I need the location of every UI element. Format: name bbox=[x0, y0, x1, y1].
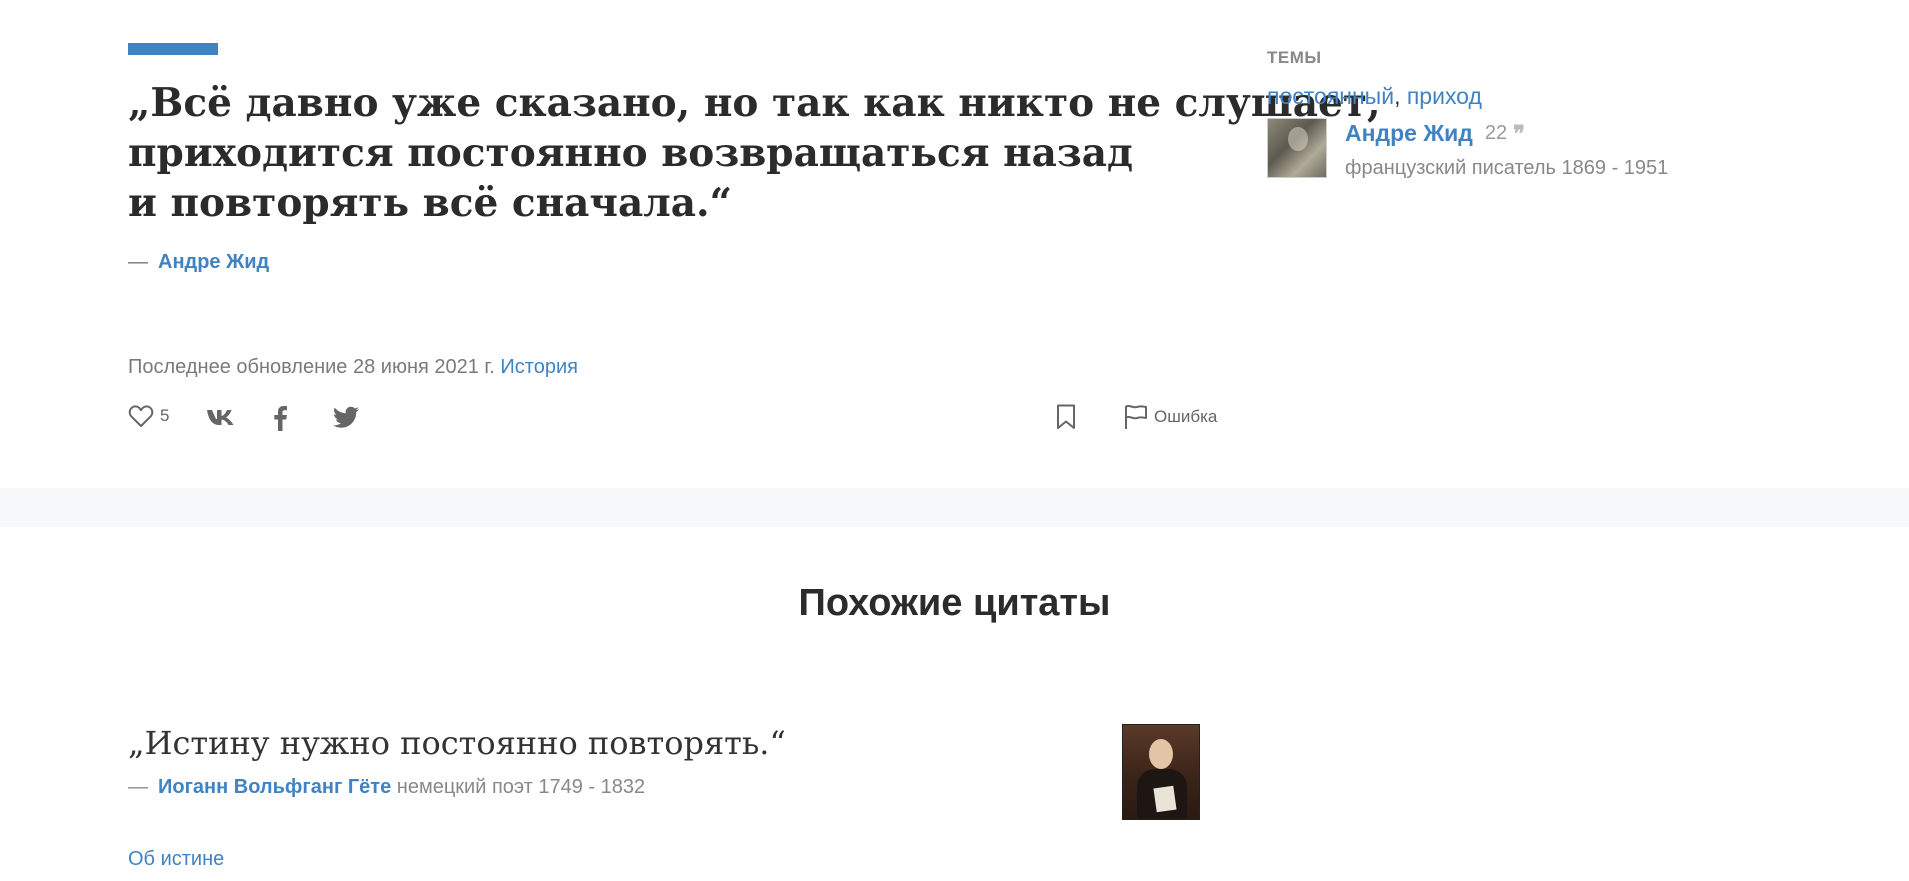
share-twitter-button[interactable] bbox=[332, 406, 360, 430]
similar-author-link[interactable]: Иоганн Вольфганг Гёте bbox=[158, 776, 391, 798]
author-card: Андре Жид 22 ❞ французский писатель 1869… bbox=[1267, 118, 1827, 182]
error-label: Ошибка bbox=[1154, 407, 1218, 426]
sidebar-author-link[interactable]: Андре Жид bbox=[1345, 120, 1473, 147]
like-button[interactable]: 5 bbox=[128, 404, 169, 428]
topic-separator: , bbox=[1394, 83, 1407, 109]
last-updated: Последнее обновление 28 июня 2021 г. Ист… bbox=[128, 356, 578, 379]
vk-icon bbox=[207, 410, 234, 425]
similar-author-portrait[interactable] bbox=[1122, 724, 1200, 820]
quote-section: „Всё давно уже сказано, но так как никто… bbox=[0, 0, 1909, 488]
topics-list: постоянный, приход bbox=[1267, 83, 1827, 110]
quotes-icon: ❞ bbox=[1513, 120, 1525, 147]
author-dash: — bbox=[128, 776, 148, 799]
quote-line: „Всё давно уже сказано, но так как никто… bbox=[128, 80, 1381, 126]
share-facebook-button[interactable] bbox=[272, 405, 288, 431]
similar-quote-author-line: — Иоганн Вольфганг Гёте немецкий поэт 174… bbox=[128, 776, 1228, 799]
share-vk-button[interactable] bbox=[206, 408, 236, 426]
similar-author-description: немецкий поэт 1749 - 1832 bbox=[396, 776, 646, 799]
report-error-button[interactable]: Ошибка bbox=[1124, 404, 1217, 430]
heart-icon bbox=[128, 405, 154, 427]
twitter-icon bbox=[333, 406, 359, 428]
quote-author-link[interactable]: Андре Жид bbox=[158, 251, 269, 273]
similar-quote-item: „Истину нужно постоянно повторять.“ — Иог… bbox=[128, 724, 1228, 870]
like-count: 5 bbox=[160, 406, 170, 425]
facebook-icon bbox=[274, 406, 287, 431]
quote-line: и повторять всё сначала.“ bbox=[128, 180, 733, 226]
flag-icon bbox=[1125, 404, 1147, 429]
section-divider bbox=[0, 488, 1909, 527]
updated-text: Последнее обновление 28 июня 2021 г. bbox=[128, 356, 495, 378]
accent-bar bbox=[128, 43, 218, 55]
similar-topic-link[interactable]: Об истине bbox=[128, 848, 224, 871]
history-link[interactable]: История bbox=[500, 356, 578, 378]
author-avatar[interactable] bbox=[1267, 118, 1327, 178]
bookmark-button[interactable] bbox=[1056, 404, 1076, 430]
author-dash: — bbox=[128, 251, 148, 273]
author-description: французский писатель 1869 - 1951 bbox=[1345, 157, 1669, 179]
portrait-paper bbox=[1153, 785, 1177, 813]
author-quote-count: 22 bbox=[1484, 122, 1508, 144]
author-name-row: Андре Жид 22 ❞ bbox=[1345, 120, 1525, 147]
portrait-face bbox=[1149, 739, 1173, 769]
similar-quotes-title: Похожие цитаты bbox=[798, 582, 1111, 624]
similar-quote-text[interactable]: „Истину нужно постоянно повторять.“ bbox=[128, 724, 1228, 762]
main-quote: „Всё давно уже сказано, но так как никто… bbox=[128, 78, 1381, 228]
quote-line: приходится постоянно возвращаться назад bbox=[128, 130, 1134, 176]
quote-author-line: — Андре Жид bbox=[128, 251, 269, 274]
topics-heading: ТЕМЫ bbox=[1267, 48, 1322, 67]
sidebar: ТЕМЫ постоянный, приход Андре Жид 22 ❞ ф… bbox=[1267, 48, 1827, 182]
action-bar: 5 Ошибка bbox=[128, 404, 1224, 438]
bookmark-icon bbox=[1057, 404, 1075, 429]
topic-link-prikhod[interactable]: приход bbox=[1407, 83, 1482, 109]
topic-link-postoyanny[interactable]: постоянный bbox=[1267, 83, 1394, 109]
